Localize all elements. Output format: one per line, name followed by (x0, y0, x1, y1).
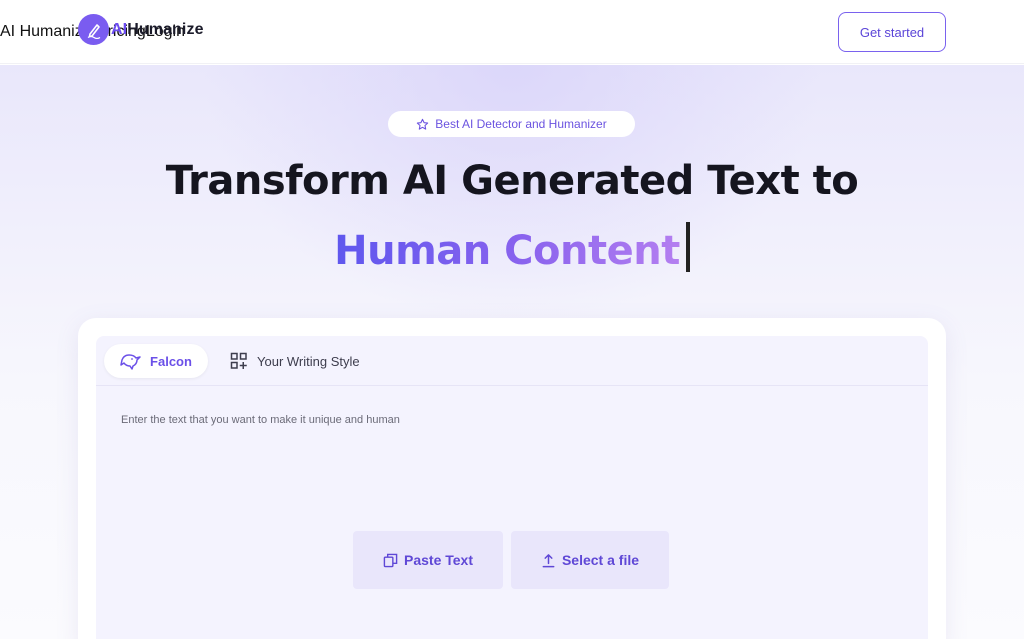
tab-your-writing-style-label: Your Writing Style (257, 353, 360, 369)
falcon-icon (120, 354, 141, 370)
brand-name-prefix: AI (111, 20, 128, 38)
brand-name: AIHumanize (111, 21, 204, 39)
typing-caret (685, 222, 690, 272)
hero-title-line2: Human Content (0, 222, 1024, 274)
get-started-button[interactable]: Get started (838, 12, 946, 52)
humanizer-card: Falcon Your Writing Style Enter the text… (78, 318, 946, 639)
hero-title-line1: Transform AI Generated Text to (165, 158, 859, 204)
star-icon (417, 118, 429, 130)
text-input-placeholder: Enter the text that you want to make it … (121, 414, 400, 426)
tab-falcon-label: Falcon (150, 353, 192, 369)
tab-falcon[interactable]: Falcon (104, 344, 208, 378)
hero-badge-label: Best AI Detector and Humanizer (435, 117, 607, 131)
text-editor[interactable]: Falcon Your Writing Style Enter the text… (96, 336, 928, 639)
brand-logo[interactable]: AIHumanize (78, 14, 204, 45)
grid-plus-icon (230, 352, 247, 369)
select-file-label: Select a file (561, 552, 640, 568)
upload-icon (542, 553, 555, 567)
hero-title-highlight: Human Content (334, 228, 680, 274)
select-file-button[interactable]: Select a file (511, 531, 669, 589)
paste-text-button[interactable]: Paste Text (353, 531, 503, 589)
tab-your-writing-style[interactable]: Your Writing Style (230, 344, 360, 378)
pen-logo-icon (78, 14, 109, 45)
brand-name-suffix: Humanize (127, 20, 204, 38)
paste-text-label: Paste Text (404, 552, 473, 568)
copy-icon (383, 553, 398, 567)
mode-tabs: Falcon Your Writing Style (96, 336, 928, 386)
top-header: AIHumanize AI Humanizer Pricing Login Ge… (0, 0, 1024, 64)
hero-badge: Best AI Detector and Humanizer (388, 111, 635, 137)
